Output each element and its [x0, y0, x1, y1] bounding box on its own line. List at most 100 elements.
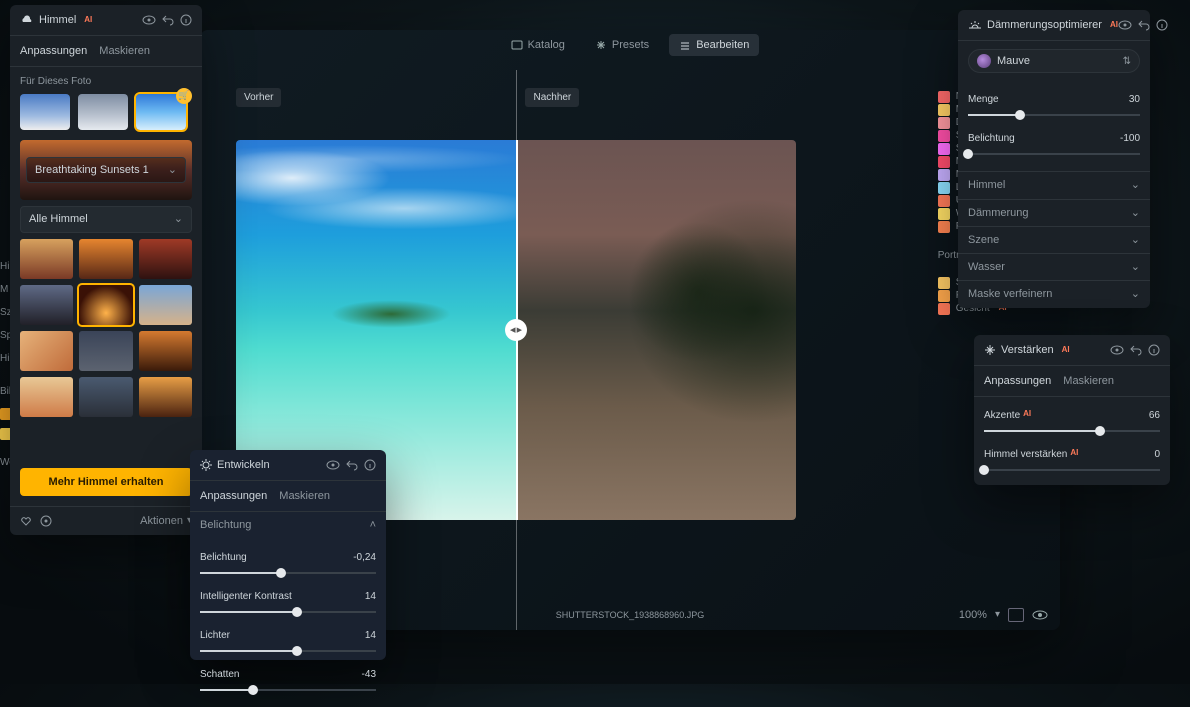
tab-adjustments[interactable]: Anpassungen — [984, 374, 1051, 388]
sky-thumb[interactable] — [79, 377, 132, 417]
cloud-icon — [20, 15, 34, 25]
slider[interactable] — [984, 424, 1160, 438]
sky-filter-select[interactable]: Alle Himmel⌄ — [20, 206, 192, 232]
tool-icon — [938, 91, 950, 103]
chevron-down-icon: ⌄ — [1131, 287, 1140, 301]
eye-icon[interactable] — [142, 15, 156, 25]
info-icon[interactable] — [1148, 344, 1160, 356]
eye-icon[interactable] — [1118, 20, 1132, 30]
slider-value: 14 — [365, 590, 376, 603]
slider-label: Belichtung — [200, 551, 247, 564]
cart-icon[interactable]: 🛒 — [176, 88, 192, 104]
slider[interactable] — [200, 605, 376, 619]
updown-icon: ⇅ — [1123, 55, 1131, 68]
heart-icon[interactable] — [20, 515, 32, 527]
tool-icon — [938, 117, 950, 129]
slider-label: Himmel verstärkenAI — [984, 448, 1078, 461]
info-icon[interactable] — [364, 459, 376, 471]
slider-label: Intelligenter Kontrast — [200, 590, 292, 603]
twilight-preset-select[interactable]: Mauve ⇅ — [968, 49, 1140, 73]
undo-icon[interactable] — [162, 14, 174, 26]
slider-label: Belichtung — [968, 132, 1015, 145]
eye-icon[interactable] — [326, 460, 340, 470]
twilight-panel-title: Dämmerungsoptimierer — [987, 18, 1102, 32]
twilight-accordion-item[interactable]: Dämmerung⌄ — [958, 199, 1150, 226]
slider[interactable] — [984, 463, 1160, 477]
develop-panel-title: Entwickeln — [217, 458, 270, 472]
chevron-down-icon: ⌄ — [1131, 206, 1140, 220]
slider[interactable] — [200, 683, 376, 697]
slider-label: Lichter — [200, 629, 230, 642]
sky-thumb[interactable] — [139, 285, 192, 325]
tool-icon — [938, 182, 950, 194]
enhance-panel-title: Verstärken — [1001, 343, 1054, 357]
slider[interactable] — [200, 566, 376, 580]
sky-suggestion-thumb[interactable] — [20, 94, 70, 130]
sky-panel-title: Himmel — [39, 13, 76, 27]
twilight-accordion-item[interactable]: Maske verfeinern⌄ — [958, 280, 1150, 307]
tab-masking[interactable]: Maskieren — [99, 44, 150, 58]
slider-label: Menge — [968, 93, 999, 106]
tool-icon — [938, 169, 950, 181]
tab-adjustments[interactable]: Anpassungen — [200, 489, 267, 503]
twilight-accordion-item[interactable]: Szene⌄ — [958, 226, 1150, 253]
target-icon[interactable] — [40, 515, 52, 527]
undo-icon[interactable] — [1130, 344, 1142, 356]
sky-panel: Himmel AI Anpassungen Maskieren Für Dies… — [10, 5, 202, 535]
tool-icon — [938, 277, 950, 289]
sky-thumb[interactable] — [79, 331, 132, 371]
sky-thumb[interactable] — [79, 285, 132, 325]
tab-adjustments[interactable]: Anpassungen — [20, 44, 87, 58]
tool-icon — [938, 130, 950, 142]
presets-button[interactable]: Presets — [585, 34, 659, 56]
twilight-accordion-item[interactable]: Wasser⌄ — [958, 253, 1150, 280]
slider-label: AkzenteAI — [984, 409, 1031, 422]
enhance-panel: Verstärken AI Anpassungen Maskieren Akze… — [974, 335, 1170, 485]
twilight-accordion-item[interactable]: Himmel⌄ — [958, 171, 1150, 198]
twilight-panel: Dämmerungsoptimierer AI Mauve ⇅ Menge 30… — [958, 10, 1150, 308]
chevron-up-icon[interactable]: ˄ — [370, 518, 376, 532]
slider[interactable] — [968, 147, 1140, 161]
chevron-down-icon: ⌄ — [1131, 260, 1140, 274]
slider-value: 30 — [1129, 93, 1140, 106]
tool-icon — [938, 290, 950, 302]
eye-icon[interactable] — [1032, 609, 1048, 621]
sky-thumb[interactable] — [20, 239, 73, 279]
slider-value: -100 — [1120, 132, 1140, 145]
chevron-down-icon: ⌄ — [1131, 233, 1140, 247]
tool-icon — [938, 143, 950, 155]
zoom-controls[interactable]: 100%▾ — [959, 608, 1048, 622]
sky-thumbnail-grid — [20, 239, 192, 417]
sky-thumb[interactable] — [79, 239, 132, 279]
get-more-skies-button[interactable]: Mehr Himmel erhalten — [20, 468, 192, 496]
sky-pack-select[interactable]: Breathtaking Sunsets 1⌄ — [26, 157, 186, 183]
info-icon[interactable] — [180, 14, 192, 26]
tool-icon — [938, 303, 950, 315]
slider-value: -0,24 — [353, 551, 376, 564]
sky-thumb[interactable] — [20, 285, 73, 325]
sky-suggestion-thumb[interactable] — [78, 94, 128, 130]
slider[interactable] — [968, 108, 1140, 122]
sky-thumb[interactable] — [20, 377, 73, 417]
sky-suggestion-thumb[interactable]: 🛒 — [136, 94, 186, 130]
undo-icon[interactable] — [1138, 19, 1150, 31]
actions-label[interactable]: Aktionen — [140, 514, 183, 528]
tab-masking[interactable]: Maskieren — [1063, 374, 1114, 388]
catalog-button[interactable]: Katalog — [501, 34, 575, 56]
undo-icon[interactable] — [346, 459, 358, 471]
tab-masking[interactable]: Maskieren — [279, 489, 330, 503]
info-icon[interactable] — [1156, 19, 1168, 31]
sky-thumb[interactable] — [139, 331, 192, 371]
tool-icon — [938, 221, 950, 233]
edit-button[interactable]: Bearbeiten — [669, 34, 759, 56]
compare-icon[interactable] — [1008, 608, 1024, 622]
sky-thumb[interactable] — [20, 331, 73, 371]
sky-thumb[interactable] — [139, 377, 192, 417]
slider[interactable] — [200, 644, 376, 658]
sky-thumb[interactable] — [139, 239, 192, 279]
eye-icon[interactable] — [1110, 345, 1124, 355]
tool-icon — [938, 195, 950, 207]
slider-label: Schatten — [200, 668, 239, 681]
slider-value: -43 — [362, 668, 376, 681]
tool-icon — [938, 104, 950, 116]
